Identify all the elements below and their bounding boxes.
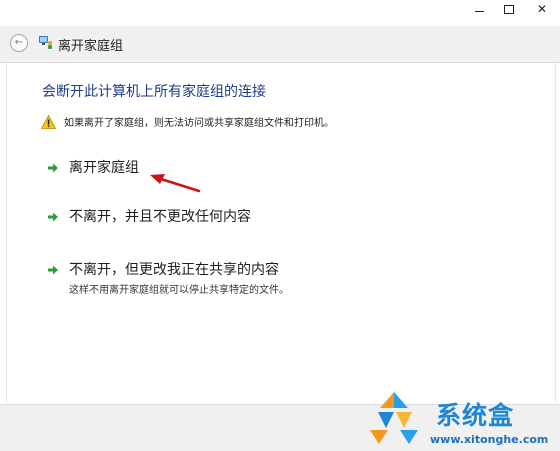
minimize-icon xyxy=(474,10,484,12)
main-content: 会断开此计算机上所有家庭组的连接 如果离开了家庭组，则无法访问或共享家庭组文件和… xyxy=(6,63,556,403)
option-leave-homegroup[interactable]: 离开家庭组 xyxy=(47,159,139,177)
page-heading: 会断开此计算机上所有家庭组的连接 xyxy=(42,84,266,100)
option-description: 这样不用离开家庭组就可以停止共享特定的文件。 xyxy=(69,285,289,296)
warning-text: 如果离开了家庭组，则无法访问或共享家庭组文件和打印机。 xyxy=(64,118,334,129)
maximize-button[interactable] xyxy=(496,0,522,18)
close-icon: ✕ xyxy=(536,2,548,16)
option-label: 不离开，并且不更改任何内容 xyxy=(69,209,251,225)
watermark-logo-icon xyxy=(370,392,418,444)
maximize-icon xyxy=(504,4,514,14)
green-arrow-icon xyxy=(48,265,58,275)
homegroup-icon xyxy=(39,36,52,49)
page-title: 离开家庭组 xyxy=(58,39,124,54)
green-arrow-icon xyxy=(48,163,58,173)
annotation-arrow-icon xyxy=(150,174,201,193)
option-label: 离开家庭组 xyxy=(69,160,139,176)
option-label: 不离开，但更改我正在共享的内容 xyxy=(69,262,279,278)
minimize-button[interactable] xyxy=(466,0,492,18)
option-stay-no-change[interactable]: 不离开，并且不更改任何内容 xyxy=(47,208,251,226)
warning-icon xyxy=(41,114,56,129)
green-arrow-icon xyxy=(48,212,58,222)
navigation-bar: ← 离开家庭组 xyxy=(0,26,560,63)
watermark-url: www.xitonghe.com xyxy=(430,433,549,446)
close-button[interactable]: ✕ xyxy=(526,0,558,18)
warning-row: 如果离开了家庭组，则无法访问或共享家庭组文件和打印机。 xyxy=(41,114,334,129)
back-arrow-icon: ← xyxy=(14,37,24,48)
option-stay-change-sharing[interactable]: 不离开，但更改我正在共享的内容 这样不用离开家庭组就可以停止共享特定的文件。 xyxy=(47,261,289,296)
window-titlebar: ✕ xyxy=(0,0,560,22)
back-button[interactable]: ← xyxy=(10,34,28,52)
watermark-brand: 系统盒 xyxy=(436,401,515,430)
